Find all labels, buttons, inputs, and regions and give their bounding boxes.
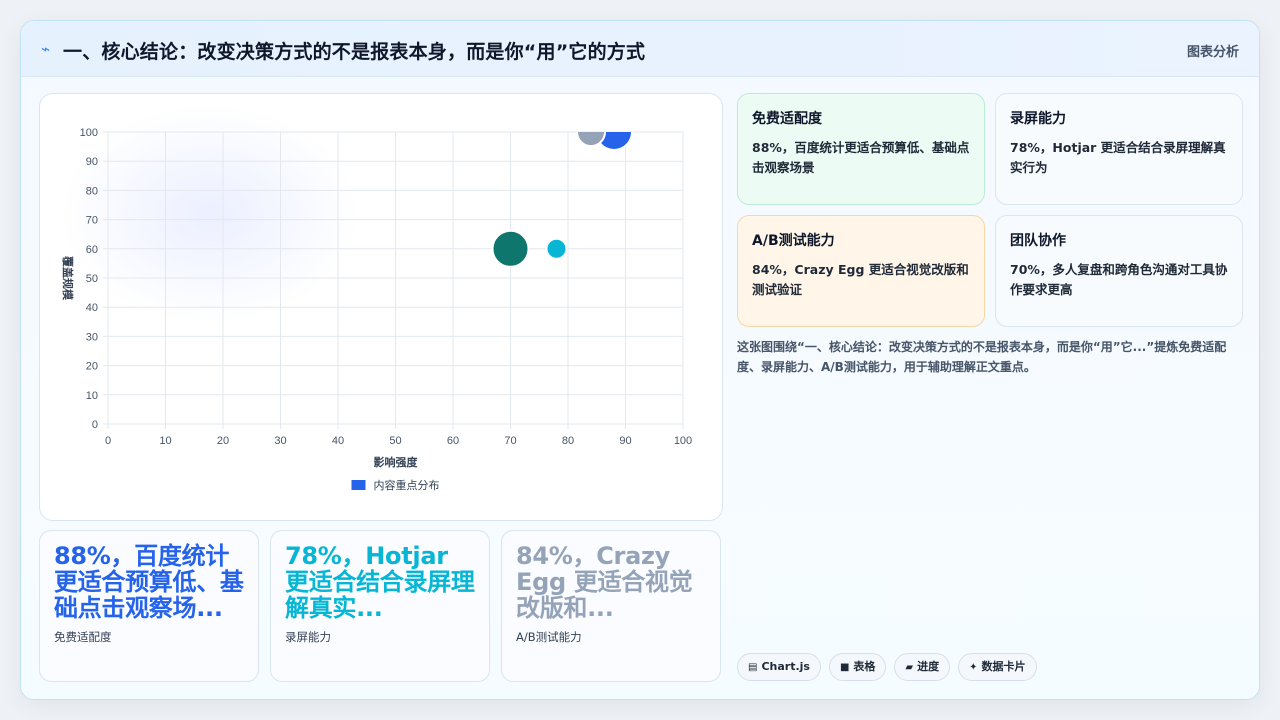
card-title: A/B测试能力 — [752, 233, 835, 249]
stat-label: 免费适配度 — [54, 630, 112, 644]
card-free-fit: 免费适配度 88%，百度统计更适合预算低、基础点击观察场景 — [737, 93, 985, 205]
x-tick-label: 30 — [274, 435, 286, 447]
y-tick-label: 30 — [86, 331, 98, 343]
x-tick-label: 60 — [447, 435, 459, 447]
sparkle-icon: ✦ — [969, 662, 978, 673]
y-tick-label: 0 — [92, 419, 98, 431]
tag-label: 进度 — [917, 660, 940, 673]
tag-table[interactable]: ■ 表格 — [828, 653, 887, 681]
progress-icon: ▰ — [905, 662, 914, 673]
x-tick-label: 80 — [562, 435, 574, 447]
card-desc: 70%，多人复盘和跨角色沟通对工具协作要求更高 — [1010, 262, 1228, 297]
page-title: 一、核心结论：改变决策方式的不是报表本身，而是你“用”它的方式 — [63, 41, 646, 63]
y-tick-label: 10 — [86, 390, 98, 402]
x-tick-label: 10 — [159, 435, 171, 447]
stat-card: 78%，Hotjar 更适合结合录屏理解真实... 录屏能力 — [270, 530, 490, 682]
card-title: 免费适配度 — [752, 111, 822, 127]
bubble-point — [576, 132, 606, 147]
y-tick-label: 50 — [86, 273, 98, 285]
y-tick-label: 60 — [86, 244, 98, 256]
stat-value: 84%，Crazy Egg 更适合视觉改版和... — [516, 542, 693, 622]
card-title: 录屏能力 — [1010, 111, 1066, 127]
bubble-point — [491, 229, 530, 268]
tag-label: Chart.js — [761, 660, 810, 673]
x-axis-label: 影响强度 — [374, 455, 419, 469]
y-tick-label: 90 — [86, 156, 98, 168]
y-tick-label: 80 — [86, 185, 98, 197]
legend-swatch — [351, 480, 366, 490]
bubble-point — [545, 237, 568, 260]
card-desc: 88%，百度统计更适合预算低、基础点击观察场景 — [752, 140, 970, 175]
card-title: 团队协作 — [1010, 233, 1066, 249]
card-desc: 84%，Crazy Egg 更适合视觉改版和测试验证 — [752, 262, 969, 297]
tag-data-card[interactable]: ✦ 数据卡片 — [958, 653, 1037, 681]
stat-card: 84%，Crazy Egg 更适合视觉改版和... A/B测试能力 — [501, 530, 721, 682]
tag-row: ▤ Chart.js ■ 表格 ▰ 进度 ✦ 数据卡片 — [737, 653, 1037, 681]
lightning-icon: ⌁ — [41, 40, 51, 58]
y-axis-label: 覆盖规模 — [61, 256, 75, 301]
stat-value: 88%，百度统计更适合预算低、基础点击观察场... — [54, 542, 244, 622]
card-recording: 录屏能力 78%，Hotjar 更适合结合录屏理解真实行为 — [995, 93, 1243, 205]
chart-panel: 0 10 20 30 40 50 60 70 80 90 100 0 10 20 30 40 50 60 70 80 9… — [39, 93, 723, 521]
stat-card: 88%，百度统计更适合预算低、基础点击观察场... 免费适配度 — [39, 530, 259, 682]
header-bar: ⌁ 一、核心结论：改变决策方式的不是报表本身，而是你“用”它的方式 图表分析 — [21, 21, 1259, 77]
stat-label: 录屏能力 — [285, 630, 331, 644]
stat-value: 78%，Hotjar 更适合结合录屏理解真实... — [285, 542, 475, 622]
x-tick-label: 70 — [504, 435, 516, 447]
chart-icon: ▤ — [748, 662, 758, 673]
card-team: 团队协作 70%，多人复盘和跨角色沟通对工具协作要求更高 — [995, 215, 1243, 327]
x-tick-label: 90 — [619, 435, 631, 447]
x-tick-label: 20 — [217, 435, 229, 447]
card-ab-test: A/B测试能力 84%，Crazy Egg 更适合视觉改版和测试验证 — [737, 215, 985, 327]
chart-analysis-label: 图表分析 — [1186, 45, 1239, 60]
chart-summary: 这张图围绕“一、核心结论：改变决策方式的不是报表本身，而是你“用”它...”提炼… — [737, 340, 1227, 374]
tag-label: 数据卡片 — [981, 660, 1026, 673]
bubble-chart: 0 10 20 30 40 50 60 70 80 90 100 0 10 20 30 40 50 60 70 80 9… — [61, 127, 692, 492]
y-tick-label: 40 — [86, 302, 98, 314]
y-tick-label: 70 — [86, 215, 98, 227]
legend-label: 内容重点分布 — [374, 478, 440, 492]
y-tick-label: 20 — [86, 361, 98, 373]
x-tick-label: 50 — [389, 435, 401, 447]
table-icon: ■ — [839, 662, 850, 673]
tag-label: 表格 — [853, 660, 876, 673]
x-tick-label: 40 — [332, 435, 344, 447]
x-tick-label: 100 — [674, 435, 692, 447]
card-desc: 78%，Hotjar 更适合结合录屏理解真实行为 — [1010, 140, 1226, 175]
tag-progress[interactable]: ▰ 进度 — [894, 653, 951, 681]
y-tick-label: 100 — [80, 127, 98, 139]
main-card: ⌁ 一、核心结论：改变决策方式的不是报表本身，而是你“用”它的方式 图表分析 0… — [20, 20, 1260, 700]
tag-chartjs[interactable]: ▤ Chart.js — [737, 653, 821, 681]
x-tick-label: 0 — [105, 435, 111, 447]
stat-label: A/B测试能力 — [516, 630, 582, 644]
